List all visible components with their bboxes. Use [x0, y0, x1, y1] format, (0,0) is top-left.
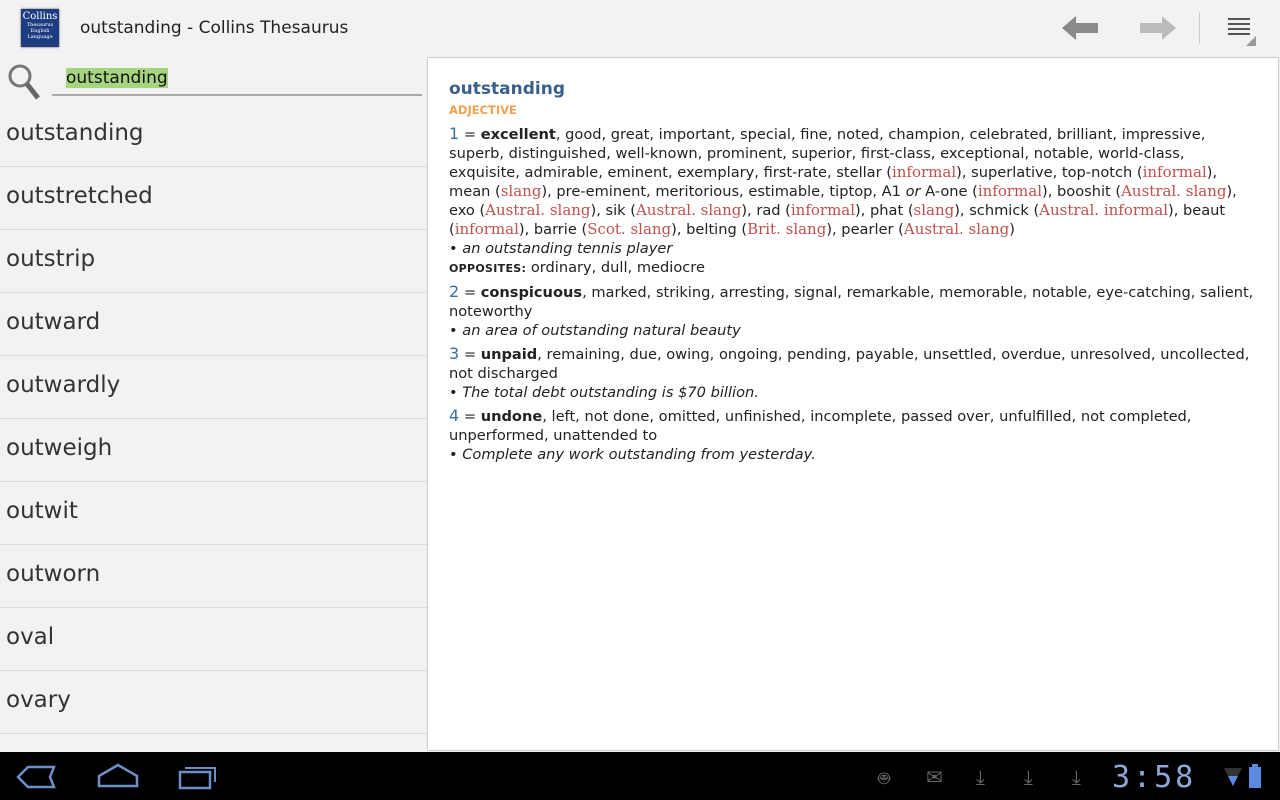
word-list-item[interactable]: outwardly	[0, 356, 427, 419]
word-list: outstanding outstretched outstrip outward ou…	[0, 104, 427, 734]
register-label: Scot. slang	[587, 220, 672, 238]
register-label: Austral. slang	[1121, 182, 1227, 200]
download-icon: ⤓	[976, 765, 985, 789]
synonyms-text: =	[459, 126, 481, 143]
menu-icon	[1228, 18, 1256, 46]
synonyms-text: ), pearler (	[826, 221, 904, 238]
sense-number: 3	[449, 344, 460, 363]
register-label: informal	[790, 201, 856, 219]
word-list-item[interactable]: outworn	[0, 545, 427, 608]
synonyms-text: ), booshit (	[1042, 183, 1122, 200]
word-list-item[interactable]: outweigh	[0, 419, 427, 482]
register-label: Austral. slang	[903, 220, 1010, 238]
opposites: OPPOSITES: ordinary, dull, mediocre	[449, 258, 1257, 278]
headword: outstanding	[449, 79, 565, 99]
headword-synonym: excellent	[480, 126, 556, 143]
synonyms-text: ), rad (	[741, 202, 791, 219]
recent-apps-icon[interactable]	[177, 764, 219, 790]
word-list-item[interactable]: outwit	[0, 482, 427, 545]
sense-number: 2	[449, 282, 460, 301]
arrow-right-icon	[1140, 16, 1176, 40]
synonyms-text: ), barrie (	[518, 221, 588, 238]
word-list-item[interactable]: outward	[0, 293, 427, 356]
headword-synonym: conspicuous	[480, 284, 583, 301]
back-nav-icon[interactable]	[16, 764, 58, 790]
clock: 3:58	[1112, 760, 1197, 795]
synonyms-text: ), superlative, top-notch (	[956, 164, 1143, 181]
register-label: Austral. slang	[635, 201, 742, 219]
register-label: informal	[977, 182, 1043, 200]
search-value: outstanding	[66, 68, 168, 88]
arrow-left-icon	[1062, 16, 1098, 40]
synonyms-text: , remaining, due, owing, ongoing, pendin…	[449, 346, 1250, 382]
example-sentence: • Complete any work outstanding from yes…	[449, 446, 816, 463]
download-icon: ⤓	[1072, 765, 1081, 789]
gmail-icon: ✉︎	[926, 765, 943, 789]
sense-number: 4	[449, 406, 460, 425]
divider	[1199, 12, 1200, 44]
system-bar	[0, 752, 1280, 800]
synonyms-text: =	[459, 346, 481, 363]
sense: 1 = excellent, good, great, important, s…	[449, 124, 1257, 278]
headword-synonym: undone	[480, 408, 543, 425]
wifi-icon	[1224, 768, 1242, 786]
word-list-item[interactable]: outstrip	[0, 230, 427, 293]
register-label: informal	[891, 163, 957, 181]
register-label: Brit. slang	[747, 220, 827, 238]
sense: 2 = conspicuous, marked, striking, arres…	[449, 282, 1257, 340]
download-icon: ⤓	[1024, 765, 1033, 789]
synonyms-text: ), pre-eminent, meritorious, estimable, …	[541, 183, 906, 200]
back-button[interactable]	[1060, 12, 1100, 44]
android-debug-icon: 🤖︎	[878, 766, 890, 790]
register-label: slang	[913, 201, 955, 219]
synonyms-text: )	[1009, 221, 1015, 238]
word-list-item[interactable]: outstretched	[0, 167, 427, 230]
opposites-label: OPPOSITES:	[449, 262, 527, 275]
synonyms-text: ), sik (	[590, 202, 636, 219]
collins-logo: Collins Thesaurus English Language	[21, 9, 59, 47]
sense: 4 = undone, left, not done, omitted, unf…	[449, 406, 1257, 464]
sense: 3 = unpaid, remaining, due, owing, ongoi…	[449, 344, 1257, 402]
opposites-list: ordinary, dull, mediocre	[526, 259, 705, 276]
word-list-item[interactable]: outstanding	[0, 104, 427, 167]
register-label: Austral. informal	[1039, 201, 1169, 219]
menu-button[interactable]	[1226, 16, 1256, 46]
part-of-speech: ADJECTIVE	[449, 103, 517, 117]
headword-synonym: unpaid	[480, 346, 538, 363]
app-title: outstanding - Collins Thesaurus	[80, 18, 349, 38]
synonyms-text: ), phat (	[855, 202, 914, 219]
synonyms-text: =	[459, 408, 481, 425]
entry-panel: outstanding ADJECTIVE 1 = excellent, goo…	[427, 57, 1279, 751]
action-bar: Collins Thesaurus English Language outstan…	[0, 0, 1280, 57]
home-nav-icon[interactable]	[96, 762, 140, 790]
sense-number: 1	[449, 124, 460, 143]
forward-button[interactable]	[1138, 12, 1178, 44]
search-icon	[8, 64, 40, 100]
synonyms-text: , left, not done, omitted, unfinished, i…	[449, 408, 1192, 444]
example-sentence: • an outstanding tennis player	[449, 240, 673, 257]
synonyms-text: =	[459, 284, 481, 301]
example-sentence: • an area of outstanding natural beauty	[449, 322, 741, 339]
word-list-item[interactable]: ovary	[0, 671, 427, 734]
register-label: slang	[500, 182, 542, 200]
synonyms-text: ), belting (	[671, 221, 748, 238]
connector-text: or	[905, 183, 921, 200]
synonyms-text: ), schmick (	[954, 202, 1040, 219]
register-label: informal	[454, 220, 519, 238]
register-label: informal	[1142, 163, 1207, 181]
register-label: Austral. slang	[485, 201, 591, 219]
example-sentence: • The total debt outstanding is $70 bill…	[449, 384, 759, 401]
battery-icon	[1249, 764, 1261, 788]
synonyms-text: A-one (	[920, 183, 978, 200]
search-input[interactable]: outstanding	[52, 62, 422, 96]
word-list-item[interactable]: oval	[0, 608, 427, 671]
